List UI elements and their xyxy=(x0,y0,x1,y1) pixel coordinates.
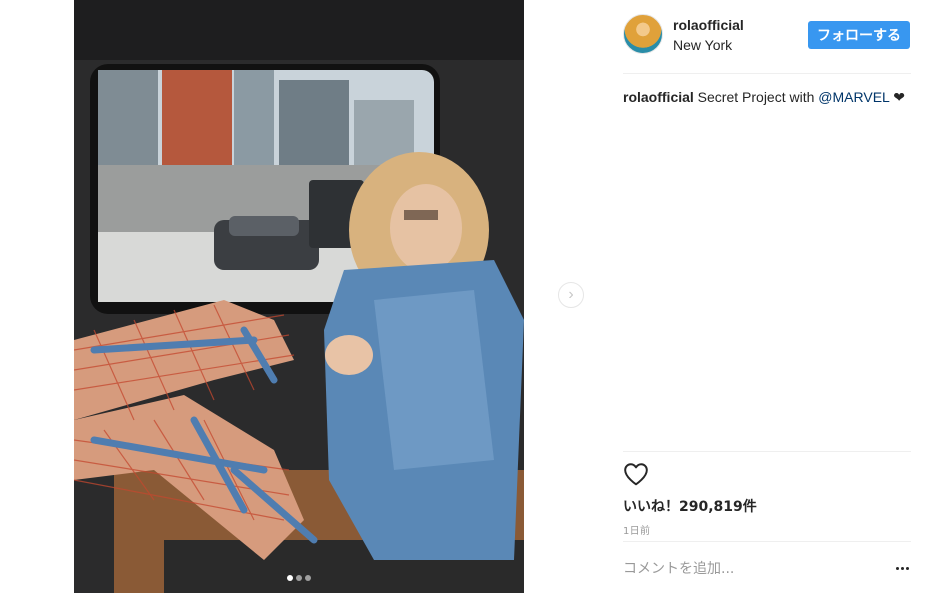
likes-count[interactable]: いいね！290,819件 xyxy=(623,496,757,516)
post-header: rolaofficial New York フォローする xyxy=(623,14,911,58)
more-options-icon[interactable] xyxy=(893,558,911,578)
avatar[interactable] xyxy=(623,14,663,54)
location-link[interactable]: New York xyxy=(673,37,732,53)
timestamp: 1日前 xyxy=(623,526,651,537)
caption-text: Secret Project with xyxy=(693,89,819,105)
carousel-dots xyxy=(74,575,524,581)
caption-username[interactable]: rolaofficial xyxy=(623,89,694,105)
divider xyxy=(623,451,911,452)
carousel-dot[interactable] xyxy=(287,575,293,581)
caption-emoji: ❤ xyxy=(889,89,905,105)
follow-button[interactable]: フォローする xyxy=(808,21,910,49)
photo-illustration xyxy=(74,0,524,593)
carousel-dot[interactable] xyxy=(296,575,302,581)
carousel-dot[interactable] xyxy=(305,575,311,581)
caption: rolaofficial Secret Project with @MARVEL… xyxy=(623,88,905,106)
divider xyxy=(623,73,911,74)
heart-icon[interactable] xyxy=(623,462,649,486)
username-link[interactable]: rolaofficial xyxy=(673,17,744,33)
post-photo[interactable] xyxy=(74,0,524,593)
comment-input[interactable] xyxy=(623,557,878,581)
caption-mention-link[interactable]: @MARVEL xyxy=(818,89,889,105)
divider xyxy=(623,541,911,542)
post-sidebar: rolaofficial New York フォローする rolaofficia… xyxy=(623,0,911,593)
chevron-right-icon[interactable]: › xyxy=(558,282,584,308)
